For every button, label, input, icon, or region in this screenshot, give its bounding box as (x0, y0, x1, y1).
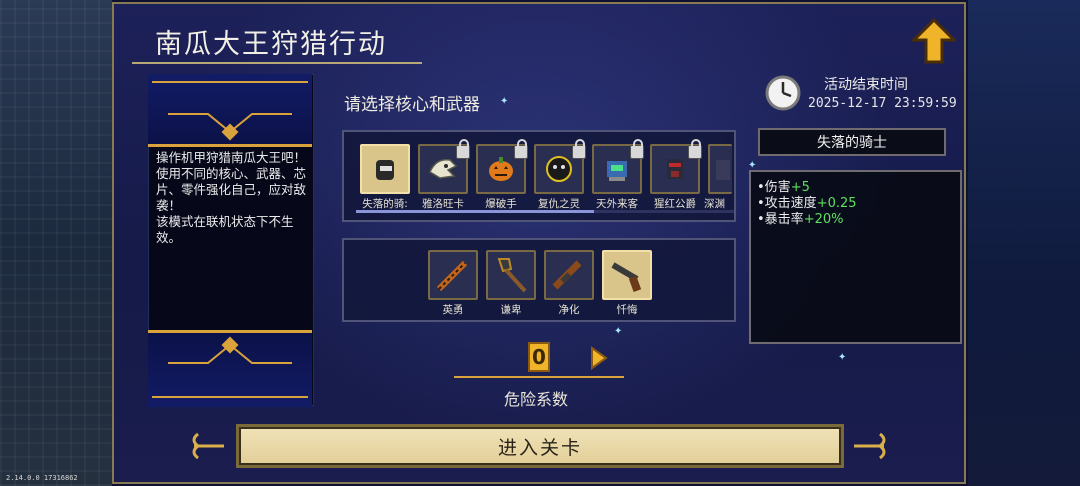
crimson-duke-icon (667, 159, 683, 179)
weapon-slot[interactable] (486, 250, 536, 300)
ornament-icon (152, 336, 308, 398)
shovel-icon (497, 258, 527, 293)
selection-prompt: 请选择核心和武器 (344, 95, 480, 115)
stat-name: 攻击速度 (764, 196, 817, 211)
core-slot[interactable] (360, 144, 410, 194)
core-label: 爆破手 (485, 198, 517, 210)
dark-spirit-icon (546, 156, 572, 182)
lock-icon (514, 139, 528, 159)
scroll-ornament-icon (852, 426, 892, 466)
stat-name: 暴击率 (764, 212, 804, 227)
stat-value: +20% (803, 212, 844, 227)
weapon-label: 忏悔 (616, 304, 638, 316)
bazooka-icon (552, 260, 582, 290)
core-label: 失落的骑: (362, 198, 408, 210)
knight-helmet-icon (376, 160, 394, 180)
event-end-time: 2025-12-17 23:59:59 (808, 96, 957, 111)
danger-label: 危险系数 (504, 390, 569, 409)
core-label: 猩红公爵 (654, 198, 696, 210)
sparkle-icon: ✦ (500, 96, 509, 107)
stat-value: +5 (790, 180, 810, 195)
scroll-ornament-icon (186, 426, 226, 466)
pumpkin-bomb-icon (489, 157, 513, 181)
weapon-slot[interactable] (544, 250, 594, 300)
lock-icon (688, 139, 702, 159)
weapon-label: 净化 (558, 304, 580, 316)
core-label: 雅洛旺卡 (422, 198, 464, 210)
stats-panel: •伤害+5 •攻击速度+0.25 •暴击率+20% (749, 170, 962, 344)
title-underline (132, 62, 422, 64)
description-ornament-top (148, 74, 312, 147)
stat-value: +0.25 (816, 196, 857, 211)
danger-increase-button[interactable] (590, 346, 608, 374)
stat-row: •暴击率+20% (757, 212, 844, 227)
sparkle-icon: ✦ (614, 326, 623, 337)
stat-name: 伤害 (764, 180, 791, 195)
mode-description: 操作机甲狩猎南瓜大王吧！使用不同的核心、武器、芯片、零件强化自己，应对敌袭！ 该… (156, 150, 307, 245)
lock-icon (456, 139, 470, 159)
abyss-icon (716, 160, 730, 180)
clock-icon (764, 74, 802, 116)
background-left (0, 0, 112, 486)
page-title: 南瓜大王狩猎行动 (155, 29, 387, 60)
enter-stage-button[interactable]: 进入关卡 (236, 424, 844, 468)
weapon-slot[interactable] (428, 250, 478, 300)
weapon-label: 英勇 (442, 304, 464, 316)
danger-level-value: 0 (528, 342, 550, 372)
weapon-slot[interactable] (602, 250, 652, 300)
ornament-icon (152, 81, 308, 141)
core-label: 复仇之灵 (538, 198, 580, 210)
weapon-label: 谦卑 (500, 304, 522, 316)
bone-beast-icon (429, 159, 458, 179)
stat-row: •伤害+5 (757, 180, 810, 195)
back-button[interactable] (912, 18, 956, 64)
chevron-right-icon (591, 346, 608, 370)
selected-core-name: 失落的骑士 (758, 128, 946, 156)
lock-icon (572, 139, 586, 159)
core-label: 天外来客 (596, 198, 638, 210)
lock-icon (630, 139, 644, 159)
chainsword-icon (436, 260, 468, 292)
version-label: 2.14.0.0 17316862 (6, 474, 78, 482)
arrow-up-icon (912, 18, 956, 64)
background-right (968, 0, 1080, 486)
description-ornament-bottom (148, 330, 312, 407)
alien-robot-icon (607, 161, 627, 181)
core-slot[interactable] (708, 144, 732, 194)
stat-row: •攻击速度+0.25 (757, 196, 857, 211)
sparkle-icon: ✦ (838, 352, 847, 363)
core-label: 深渊 (704, 198, 725, 210)
danger-divider (454, 376, 624, 378)
event-end-title: 活动结束时间 (824, 77, 908, 93)
revolver-icon (611, 262, 642, 292)
